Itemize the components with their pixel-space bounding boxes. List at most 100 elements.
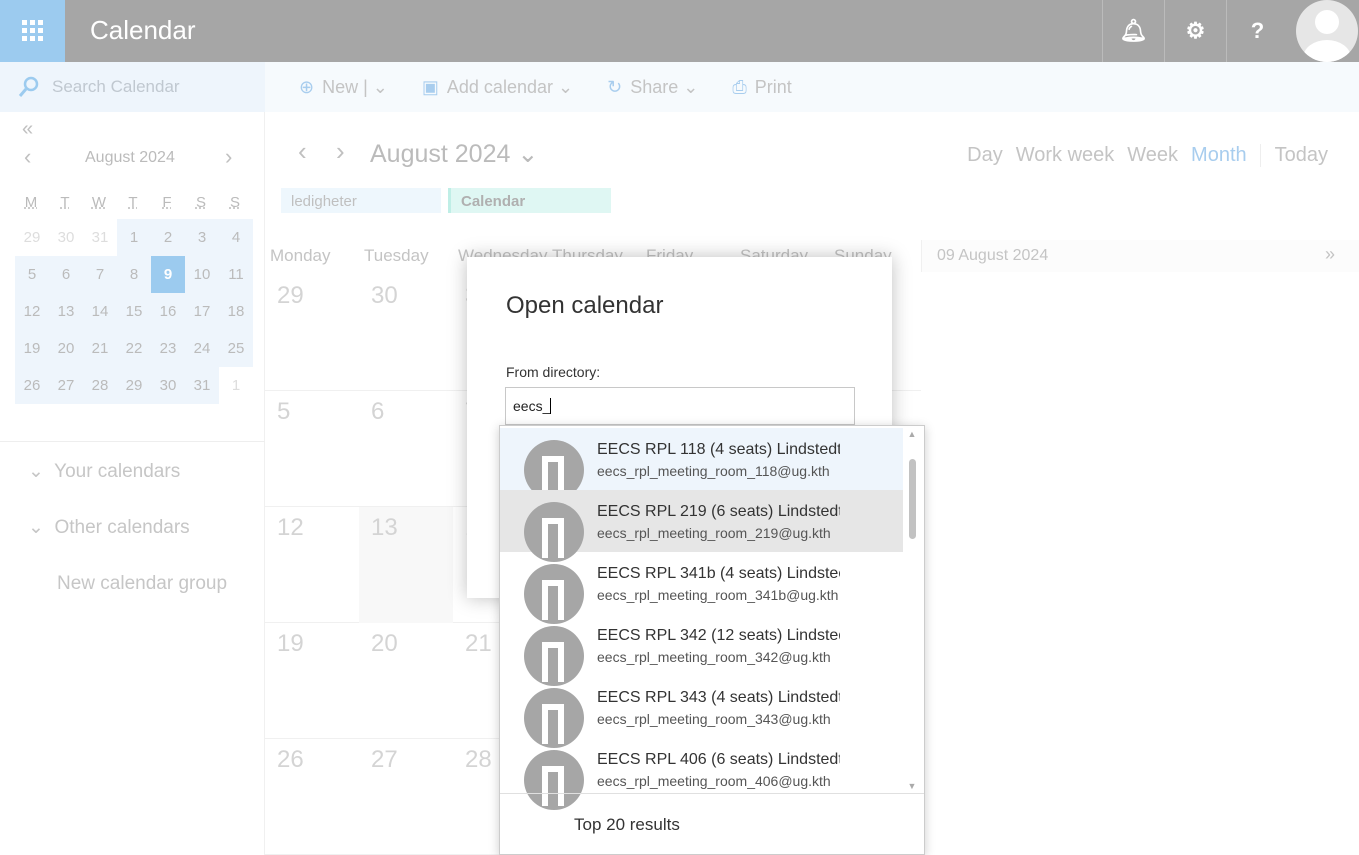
mini-day[interactable]: 6 (49, 256, 83, 293)
month-day-cell[interactable]: 19 (277, 630, 304, 658)
mini-weekday: T (60, 194, 70, 211)
mini-next-month-button[interactable]: › (225, 144, 232, 170)
chevron-down-icon[interactable]: ⌄ (373, 77, 388, 97)
today-button[interactable]: Today (1259, 144, 1328, 167)
mini-weekday: F (162, 194, 172, 211)
result-item[interactable]: EECS RPL 219 (6 seats) Lindstedts eecs_rp… (500, 490, 903, 562)
mini-day[interactable]: 14 (83, 293, 117, 330)
mini-day[interactable]: 26 (15, 367, 49, 404)
other-calendars-toggle[interactable]: ⌄ Other calendars (28, 516, 190, 539)
dialog-title: Open calendar (506, 292, 664, 319)
app-launcher-button[interactable] (0, 0, 65, 62)
calendar-chip-ledigheter[interactable]: ledigheter (281, 188, 441, 213)
view-month[interactable]: Month (1191, 144, 1247, 167)
directory-search-input[interactable]: eecs_ (505, 387, 855, 425)
mini-day[interactable]: 29 (15, 219, 49, 256)
month-title-dropdown[interactable]: August 2024 ⌄ (370, 139, 538, 169)
month-day-cell[interactable]: 6 (371, 398, 384, 426)
mini-day[interactable]: 16 (151, 293, 185, 330)
scroll-down-icon[interactable]: ▼ (902, 781, 922, 791)
expand-pane-icon[interactable]: » (1325, 244, 1335, 265)
month-day-cell[interactable]: 30 (371, 282, 398, 310)
day-pane-header: 09 August 2024 » (921, 240, 1359, 272)
calendar-chip-calendar[interactable]: Calendar (448, 188, 611, 213)
weekday-header: Monday (270, 246, 331, 265)
mini-day[interactable]: 28 (83, 367, 117, 404)
result-item[interactable]: EECS RPL 406 (6 seats) Lindstedt eecs_rpl… (500, 738, 903, 810)
new-calendar-group-link[interactable]: New calendar group (57, 573, 227, 595)
add-calendar-label: Add calendar (446, 76, 553, 97)
mini-prev-month-button[interactable]: ‹ (24, 144, 31, 170)
mini-day[interactable]: 5 (15, 256, 49, 293)
new-button[interactable]: ⊕ New | ⌄ (299, 77, 388, 98)
mini-day[interactable]: 10 (185, 256, 219, 293)
your-calendars-toggle[interactable]: ⌄ Your calendars (28, 460, 180, 483)
scroll-up-icon[interactable]: ▲ (902, 429, 922, 439)
mini-day[interactable]: 8 (117, 256, 151, 293)
month-day-cell[interactable]: 20 (371, 630, 398, 658)
waffle-icon (21, 20, 43, 41)
mini-day[interactable]: 19 (15, 330, 49, 367)
mini-day[interactable]: 20 (49, 330, 83, 367)
mini-day[interactable]: 24 (185, 330, 219, 367)
directory-input-value: eecs_ (513, 398, 551, 414)
mini-day[interactable]: 9 (151, 256, 185, 293)
month-day-cell[interactable]: 12 (277, 514, 304, 542)
mini-day[interactable]: 15 (117, 293, 151, 330)
scrollbar[interactable]: ▲ ▼ (902, 429, 922, 791)
result-email: eecs_rpl_meeting_room_342@ug.kth (597, 649, 831, 665)
mini-day[interactable]: 30 (49, 219, 83, 256)
notifications-button[interactable]: 🔔︎ (1102, 0, 1164, 62)
mini-day[interactable]: 27 (49, 367, 83, 404)
mini-day[interactable]: 17 (185, 293, 219, 330)
mini-day[interactable]: 29 (117, 367, 151, 404)
mini-day[interactable]: 31 (185, 367, 219, 404)
prev-month-button[interactable]: ‹ (298, 136, 307, 167)
settings-button[interactable]: ⚙ (1164, 0, 1226, 62)
collapse-sidebar-button[interactable]: « (22, 118, 33, 141)
next-month-button[interactable]: › (336, 136, 345, 167)
avatar[interactable] (1296, 0, 1358, 62)
month-day-cell[interactable]: 13 (371, 514, 398, 542)
view-work-week[interactable]: Work week (1016, 144, 1115, 167)
toolbar: ⊕ New | ⌄ ▣ Add calendar ⌄ ↻ Share ⌄ ⎙ Print (265, 62, 1359, 112)
help-button[interactable]: ? (1226, 0, 1288, 62)
divider (0, 441, 265, 442)
mini-day[interactable]: 31 (83, 219, 117, 256)
result-item[interactable]: EECS RPL 341b (4 seats) Lindstec eecs_rpl… (500, 552, 903, 624)
mini-day[interactable]: 3 (185, 219, 219, 256)
mini-day[interactable]: 21 (83, 330, 117, 367)
result-name: EECS RPL 118 (4 seats) Lindstedts (597, 441, 840, 458)
mini-day[interactable]: 4 (219, 219, 253, 256)
month-day-cell[interactable]: 28 (465, 746, 492, 774)
view-week[interactable]: Week (1127, 144, 1178, 167)
search-input[interactable]: Search Calendar (0, 62, 265, 112)
month-day-cell[interactable]: 5 (277, 398, 290, 426)
mini-day[interactable]: 23 (151, 330, 185, 367)
mini-day[interactable]: 18 (219, 293, 253, 330)
mini-day[interactable]: 13 (49, 293, 83, 330)
month-day-cell[interactable]: 27 (371, 746, 398, 774)
add-calendar-button[interactable]: ▣ Add calendar ⌄ (422, 77, 573, 98)
month-day-cell[interactable]: 29 (277, 282, 304, 310)
mini-weekday: W (91, 194, 107, 211)
mini-day[interactable]: 1 (117, 219, 151, 256)
mini-day[interactable]: 2 (151, 219, 185, 256)
result-item[interactable]: EECS RPL 118 (4 seats) Lindstedts eecs_rp… (500, 428, 903, 500)
mini-day[interactable]: 7 (83, 256, 117, 293)
month-day-cell[interactable]: 21 (465, 630, 492, 658)
print-button[interactable]: ⎙ Print (732, 77, 791, 98)
mini-day[interactable]: 1 (219, 367, 253, 404)
month-day-cell[interactable]: 26 (277, 746, 304, 774)
scrollbar-thumb[interactable] (909, 459, 916, 539)
result-item[interactable]: EECS RPL 342 (12 seats) Lindsted eecs_rpl… (500, 614, 903, 686)
mini-day[interactable]: 12 (15, 293, 49, 330)
result-email: eecs_rpl_meeting_room_118@ug.kth (597, 463, 830, 479)
view-day[interactable]: Day (967, 144, 1003, 167)
mini-day[interactable]: 22 (117, 330, 151, 367)
mini-day[interactable]: 25 (219, 330, 253, 367)
result-item[interactable]: EECS RPL 343 (4 seats) Lindstedt eecs_rpl… (500, 676, 903, 748)
mini-day[interactable]: 11 (219, 256, 253, 293)
share-button[interactable]: ↻ Share ⌄ (607, 77, 698, 98)
mini-day[interactable]: 30 (151, 367, 185, 404)
